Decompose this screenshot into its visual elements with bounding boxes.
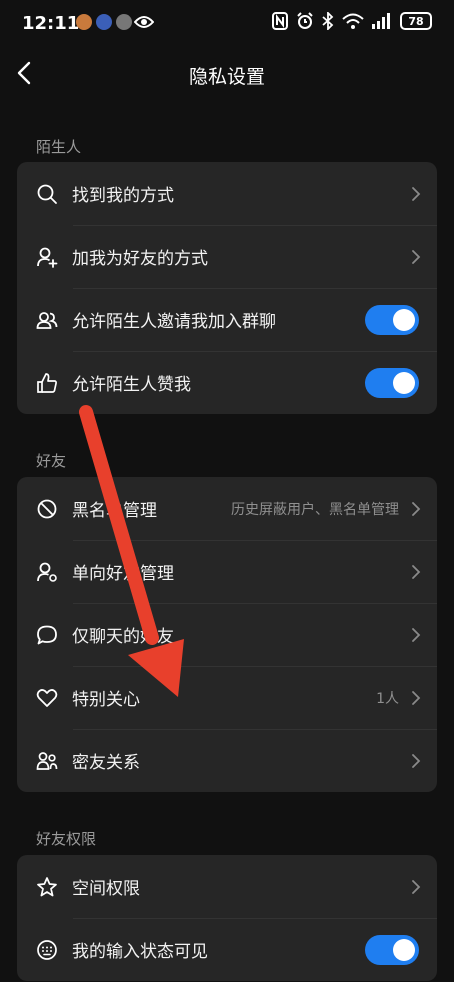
row-allow-likes: 允许陌生人赞我 <box>17 351 437 414</box>
toggle-switch[interactable] <box>365 934 419 965</box>
status-time: 12:11 <box>22 13 80 34</box>
row-label: 允许陌生人邀请我加入群聊 <box>72 312 276 332</box>
app-notification-icon <box>116 14 132 30</box>
status-indicators: 78 <box>272 12 432 30</box>
bluetooth-icon <box>322 12 334 30</box>
card-friend-permissions: 空间权限 我的输入状态可见 <box>17 855 437 981</box>
alarm-icon <box>297 12 313 29</box>
chevron-right-icon <box>412 249 421 264</box>
signal-icon <box>372 13 390 29</box>
add-user-icon <box>37 247 58 268</box>
row-value: 历史屏蔽用户、黑名单管理 <box>231 501 399 518</box>
row-special-care[interactable]: 特别关心 1人 <box>17 666 437 729</box>
row-label: 找到我的方式 <box>72 186 174 206</box>
row-one-way-friends[interactable]: 单向好友管理 <box>17 540 437 603</box>
chevron-right-icon <box>412 186 421 201</box>
toggle-switch[interactable] <box>365 304 419 335</box>
group-users-icon <box>36 311 58 329</box>
row-label: 加我为好友的方式 <box>72 249 208 269</box>
card-strangers: 找到我的方式 加我为好友的方式 允许陌生人邀请我加入群聊 允许陌生人赞我 <box>17 162 437 414</box>
thumbs-up-icon <box>37 372 57 393</box>
chevron-right-icon <box>412 501 421 516</box>
chevron-right-icon <box>412 564 421 579</box>
section-label-friends: 好友 <box>36 452 67 470</box>
row-blacklist[interactable]: 黑名单管理 历史屏蔽用户、黑名单管理 <box>17 477 437 540</box>
status-bar: 12:11 78 <box>0 0 454 46</box>
chevron-right-icon <box>412 627 421 642</box>
row-space-permissions[interactable]: 空间权限 <box>17 855 437 918</box>
chevron-right-icon <box>412 690 421 705</box>
row-label: 仅聊天的好友 <box>72 627 174 647</box>
row-allow-group-invite: 允许陌生人邀请我加入群聊 <box>17 288 437 351</box>
nav-bar: 隐私设置 <box>0 46 454 102</box>
row-find-me[interactable]: 找到我的方式 <box>17 162 437 225</box>
row-label: 空间权限 <box>72 879 140 899</box>
row-add-me-as-friend[interactable]: 加我为好友的方式 <box>17 225 437 288</box>
chevron-right-icon <box>412 879 421 894</box>
row-label: 黑名单管理 <box>72 501 157 521</box>
close-friends-icon <box>36 751 58 770</box>
row-label: 允许陌生人赞我 <box>72 375 191 395</box>
search-icon <box>37 184 57 204</box>
user-settings-icon <box>37 562 57 582</box>
wifi-icon <box>342 13 364 29</box>
nfc-icon <box>272 12 288 30</box>
row-value: 1人 <box>376 690 399 707</box>
heart-icon <box>36 688 58 707</box>
row-label: 我的输入状态可见 <box>72 942 208 962</box>
chat-bubble-icon <box>37 625 57 644</box>
app-notification-icon <box>76 14 92 30</box>
row-label: 单向好友管理 <box>72 564 174 584</box>
row-typing-status-visible: 我的输入状态可见 <box>17 918 437 981</box>
chevron-right-icon <box>412 753 421 768</box>
section-label-friend-permissions: 好友权限 <box>36 830 97 848</box>
section-label-strangers: 陌生人 <box>36 138 82 156</box>
keyboard-icon <box>37 939 57 960</box>
star-icon <box>37 876 57 896</box>
row-close-friends[interactable]: 密友关系 <box>17 729 437 792</box>
card-friends: 黑名单管理 历史屏蔽用户、黑名单管理 单向好友管理 仅聊天的好友 特别关心 1人 <box>17 477 437 792</box>
eye-icon <box>134 16 154 28</box>
row-label: 密友关系 <box>72 753 140 773</box>
toggle-switch[interactable] <box>365 367 419 398</box>
page-title: 隐私设置 <box>188 66 265 88</box>
app-notification-icon <box>96 14 112 30</box>
row-label: 特别关心 <box>72 690 140 710</box>
row-chat-only-friends[interactable]: 仅聊天的好友 <box>17 603 437 666</box>
battery-indicator: 78 <box>400 12 432 30</box>
block-icon <box>37 499 57 518</box>
